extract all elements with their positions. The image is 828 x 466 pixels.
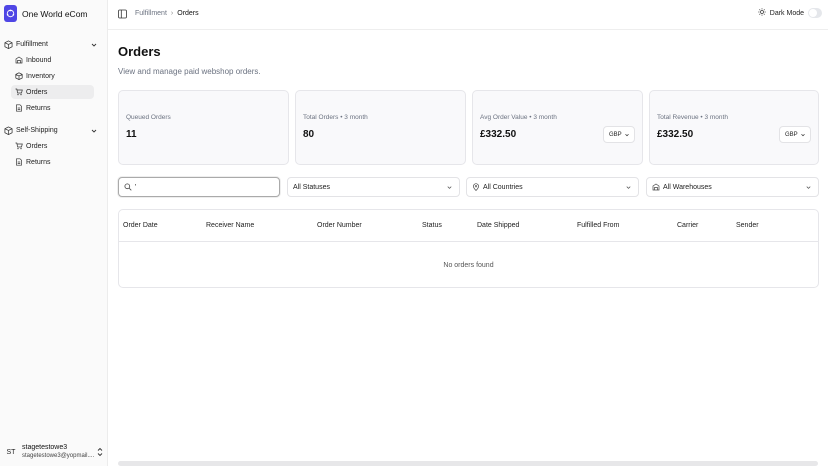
sidebar-item-label: Inventory bbox=[26, 72, 55, 80]
package-icon bbox=[4, 40, 13, 49]
sidebar-item-label: Inbound bbox=[26, 56, 52, 64]
chevron-down-icon bbox=[624, 132, 630, 138]
status-select-value: All Statuses bbox=[293, 183, 330, 191]
dark-mode-control: Dark Mode bbox=[758, 8, 822, 18]
brand-name: One World eCom bbox=[22, 8, 88, 19]
sidebar-item-orders[interactable]: Orders bbox=[11, 85, 94, 99]
stat-value: £332.50 bbox=[480, 129, 517, 140]
column-header-date-shipped[interactable]: Date Shipped bbox=[477, 222, 519, 229]
empty-state-text: No orders found bbox=[443, 262, 494, 269]
search-icon bbox=[124, 183, 132, 191]
stat-card-total-orders: Total Orders • 3 month 80 bbox=[295, 90, 466, 165]
breadcrumb-item-fulfillment[interactable]: Fulfillment bbox=[135, 10, 167, 17]
document-icon bbox=[15, 158, 23, 166]
stat-label: Total Revenue • 3 month bbox=[657, 114, 728, 121]
cart-icon bbox=[15, 142, 23, 150]
chevron-down-icon bbox=[805, 184, 812, 191]
warehouse-select[interactable]: All Warehouses bbox=[646, 177, 819, 197]
stat-value: 11 bbox=[126, 129, 137, 140]
sidebar-item-self-orders[interactable]: Orders bbox=[11, 139, 94, 153]
sidebar-item-label: Returns bbox=[26, 104, 51, 112]
stat-value: 80 bbox=[303, 129, 315, 140]
stat-label: Avg Order Value • 3 month bbox=[480, 114, 557, 121]
country-select-value: All Countries bbox=[483, 183, 523, 191]
sidebar-item-inventory[interactable]: Inventory bbox=[11, 69, 94, 83]
table-header: Order Date Receiver Name Order Number St… bbox=[119, 210, 818, 242]
stat-value: £332.50 bbox=[657, 129, 694, 140]
document-icon bbox=[15, 104, 23, 112]
nav-group-label: Self-Shipping bbox=[16, 127, 58, 134]
stat-card-queued-orders: Queued Orders 11 bbox=[118, 90, 289, 165]
currency-select[interactable]: GBP bbox=[603, 126, 635, 143]
nav-group-fulfillment: Fulfillment Inbound Inventory Orders Ret… bbox=[0, 37, 108, 117]
sidebar-toggle-icon[interactable] bbox=[118, 9, 127, 19]
user-email: stagetestowe3@yopmail.... bbox=[22, 453, 95, 459]
avatar: ST bbox=[6, 448, 16, 456]
chevron-down-icon bbox=[625, 184, 632, 191]
brand-logo-icon bbox=[4, 5, 17, 22]
chevron-down-icon bbox=[90, 41, 98, 49]
chevron-down-icon bbox=[90, 127, 98, 135]
column-header-fulfilled-from[interactable]: Fulfilled From bbox=[577, 222, 619, 229]
currency-select-value: GBP bbox=[609, 131, 622, 138]
stat-label: Total Orders • 3 month bbox=[303, 114, 368, 121]
stat-card-total-revenue: Total Revenue • 3 month £332.50 GBP bbox=[649, 90, 819, 165]
sidebar: One World eCom Fulfillment Inbound Inven… bbox=[0, 0, 108, 466]
status-select[interactable]: All Statuses bbox=[287, 177, 460, 197]
country-select[interactable]: All Countries bbox=[466, 177, 639, 197]
sun-icon bbox=[758, 8, 766, 18]
column-header-receiver-name[interactable]: Receiver Name bbox=[206, 222, 254, 229]
chevron-right-icon: › bbox=[170, 10, 174, 17]
package-icon bbox=[15, 72, 23, 80]
sidebar-item-label: Orders bbox=[26, 142, 48, 150]
search-box[interactable] bbox=[118, 177, 280, 197]
breadcrumb-item-current: Orders bbox=[177, 10, 199, 17]
user-name: stagetestowe3 bbox=[22, 444, 68, 451]
column-header-order-number[interactable]: Order Number bbox=[317, 222, 362, 229]
cart-icon bbox=[15, 88, 23, 96]
stat-label: Queued Orders bbox=[126, 114, 171, 121]
topbar: Fulfillment › Orders Dark Mode bbox=[108, 0, 828, 30]
sidebar-item-label: Orders bbox=[26, 88, 48, 96]
user-menu[interactable]: ST stagetestowe3 stagetestowe3@yopmail..… bbox=[4, 441, 104, 463]
currency-select[interactable]: GBP bbox=[779, 126, 811, 143]
page-title: Orders bbox=[118, 44, 161, 59]
chevron-down-icon bbox=[800, 132, 806, 138]
warehouse-select-value: All Warehouses bbox=[663, 183, 712, 191]
dark-mode-toggle[interactable] bbox=[808, 8, 822, 18]
column-header-sender[interactable]: Sender bbox=[736, 222, 759, 229]
app-root: One World eCom Fulfillment Inbound Inven… bbox=[0, 0, 828, 466]
nav-group-label: Fulfillment bbox=[16, 41, 48, 48]
currency-select-value: GBP bbox=[785, 131, 798, 138]
package-icon bbox=[4, 126, 13, 135]
search-input[interactable] bbox=[135, 183, 265, 191]
sidebar-item-self-returns[interactable]: Returns bbox=[11, 155, 94, 169]
sidebar-item-returns[interactable]: Returns bbox=[11, 101, 94, 115]
stat-card-avg-order-value: Avg Order Value • 3 month £332.50 GBP bbox=[472, 90, 643, 165]
brand[interactable]: One World eCom bbox=[4, 5, 88, 22]
warehouse-icon bbox=[15, 56, 23, 64]
page-subtitle: View and manage paid webshop orders. bbox=[118, 67, 261, 76]
nav-group-self-shipping: Self-Shipping Orders Returns bbox=[0, 123, 108, 171]
chevrons-up-down-icon bbox=[96, 447, 104, 457]
column-header-status[interactable]: Status bbox=[422, 222, 442, 229]
dark-mode-label: Dark Mode bbox=[769, 9, 804, 17]
sidebar-item-inbound[interactable]: Inbound bbox=[11, 53, 94, 67]
sidebar-item-label: Returns bbox=[26, 158, 51, 166]
nav-group-header-fulfillment[interactable]: Fulfillment bbox=[0, 37, 108, 52]
map-pin-icon bbox=[472, 183, 480, 191]
column-header-order-date[interactable]: Order Date bbox=[123, 222, 158, 229]
user-info: stagetestowe3 stagetestowe3@yopmail.... bbox=[22, 443, 94, 461]
nav-group-header-self-shipping[interactable]: Self-Shipping bbox=[0, 123, 108, 138]
chevron-down-icon bbox=[446, 184, 453, 191]
breadcrumb: Fulfillment › Orders bbox=[135, 10, 199, 17]
warehouse-icon bbox=[652, 183, 660, 191]
orders-table: Order Date Receiver Name Order Number St… bbox=[118, 209, 819, 288]
column-header-carrier[interactable]: Carrier bbox=[677, 222, 698, 229]
horizontal-scrollbar[interactable] bbox=[118, 461, 818, 466]
